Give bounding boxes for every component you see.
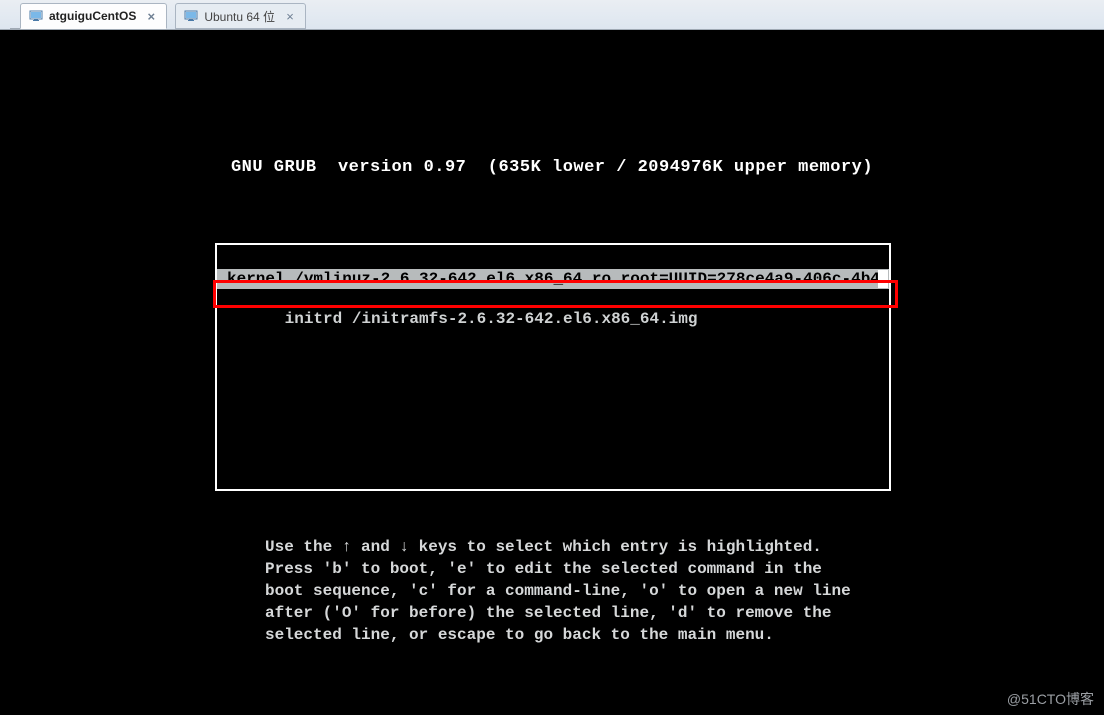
close-icon[interactable]: × [144,9,158,23]
watermark: @51CTO博客 [1007,689,1094,709]
grub-instructions: Use the ↑ and ↓ keys to select which ent… [265,536,851,646]
vm-console-screen[interactable]: GNU GRUB version 0.97 (635K lower / 2094… [0,30,1104,715]
grub-header: GNU GRUB version 0.97 (635K lower / 2094… [0,30,1104,177]
tab-ubuntu[interactable]: Ubuntu 64 位 × [175,3,306,29]
tab-bar: atguiguCentOS × Ubuntu 64 位 × [0,0,1104,30]
vm-monitor-icon [184,9,198,23]
tab-label: atguiguCentOS [49,9,136,23]
grub-line-root[interactable]: root (hd0,0) [217,249,889,269]
close-icon[interactable]: × [283,9,297,23]
tab-atguigu-centos[interactable]: atguiguCentOS × [20,3,167,29]
grub-line-initrd[interactable]: initrd /initramfs-2.6.32-642.el6.x86_64.… [217,289,889,309]
vm-monitor-icon [29,9,43,23]
grub-line-text: kernel /vmlinuz-2.6.32-642.el6.x86_64 ro… [227,269,879,289]
grub-line-text: initrd /initramfs-2.6.32-642.el6.x86_64.… [285,310,698,328]
tab-label: Ubuntu 64 位 [204,8,275,25]
grub-menu-box: root (hd0,0) kernel /vmlinuz-2.6.32-642.… [215,243,891,491]
grub-line-kernel[interactable]: kernel /vmlinuz-2.6.32-642.el6.x86_64 ro… [217,269,889,289]
tab-spacer [10,3,20,29]
